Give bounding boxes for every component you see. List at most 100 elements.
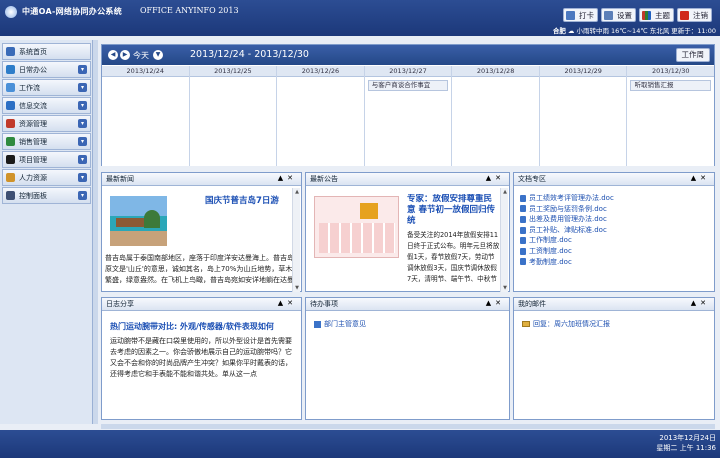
chevron-down-icon[interactable]: ▾ <box>78 173 87 182</box>
panel-controls-icon[interactable]: ▲✕ <box>486 174 505 182</box>
blog-panel-header: 日志分享 ▲✕ <box>102 298 301 311</box>
calendar-panel: ◀ ▶ 今天 ▼ 2013/12/24 - 2013/12/30 工作周 201… <box>101 44 715 166</box>
folder-icon <box>6 119 15 128</box>
panel-controls-icon[interactable]: ▲✕ <box>691 299 710 307</box>
calendar-grid: 2013/12/24 2013/12/25 2013/12/26 2013/12/27… <box>102 66 715 166</box>
todo-item-icon <box>314 320 321 328</box>
app-logo <box>5 6 17 18</box>
prev-week-icon[interactable]: ◀ <box>108 50 118 60</box>
calendar-day[interactable]: 2013/12/29 <box>539 66 628 166</box>
clock-in-button[interactable]: 打卡 <box>563 8 598 22</box>
doc-item[interactable]: 考勤制度.doc <box>520 257 614 268</box>
app-title: 中通OA-网络协同办公系统 <box>22 7 122 16</box>
mail-icon <box>522 321 530 327</box>
panel-controls-icon[interactable]: ▲✕ <box>278 174 297 182</box>
doc-item[interactable]: 工作制度.doc <box>520 235 614 246</box>
status-time: 星期二 上午 11:36 <box>656 444 716 452</box>
settings-button[interactable]: 设置 <box>601 8 636 22</box>
sales-icon <box>6 137 15 146</box>
calendar-day[interactable]: 2013/12/26 <box>277 66 365 166</box>
bottom-splitter[interactable] <box>101 424 715 429</box>
news-scrollbar[interactable]: ▲ ▼ <box>292 188 300 292</box>
panel-controls-icon[interactable]: ▲✕ <box>691 174 710 182</box>
notice-scrollbar[interactable]: ▲ ▼ <box>500 188 508 292</box>
doc-item[interactable]: 员工绩效考评管理办法.doc <box>520 193 614 204</box>
sidebar-item-label: 信息交流 <box>19 101 47 110</box>
document-icon <box>520 258 526 266</box>
sidebar-item-8[interactable]: 控制面板 ▾ <box>2 187 91 204</box>
calendar-day[interactable]: 2013/12/30 听取销售汇报 <box>627 66 715 166</box>
sidebar-splitter[interactable] <box>93 40 98 424</box>
chevron-down-icon[interactable]: ▾ <box>78 155 87 164</box>
doc-item[interactable]: 出差及费用管理办法.doc <box>520 214 614 225</box>
news-headline[interactable]: 国庆节普吉岛7日游 <box>205 196 293 207</box>
notice-body: 备受关注的2014年放假安排11日终于正式公布。明年元旦将放假1天，春节放假7天… <box>407 231 500 283</box>
sidebar-item-0[interactable]: 系统首页 <box>2 43 91 60</box>
sidebar-item-1[interactable]: 日常办公 ▾ <box>2 61 91 78</box>
blog-body: 运动腕带不是藏在口袋里使用的，所以外型设计是首先需要去考虑的因素之一。你会骄傲地… <box>110 337 292 378</box>
sidebar-item-label: 项目管理 <box>19 155 47 164</box>
gear-icon <box>604 10 613 20</box>
today-button[interactable]: 今天 <box>133 50 149 61</box>
work-week-button[interactable]: 工作周 <box>675 48 710 62</box>
sidebar-item-label: 人力资源 <box>19 173 47 182</box>
mail-panel-header: 我的邮件 ▲✕ <box>514 298 714 311</box>
docs-panel-header: 文档专区 ▲✕ <box>514 173 714 186</box>
sidebar-item-7[interactable]: 人力资源 ▾ <box>2 169 91 186</box>
document-icon <box>520 205 526 213</box>
top-bar: 中通OA-网络协同办公系统 OFFICE ANYINFO 2013 打卡 设置 … <box>0 0 720 36</box>
sidebar-item-4[interactable]: 资源管理 ▾ <box>2 115 91 132</box>
calendar-day-header: 2013/12/27 <box>364 66 452 77</box>
next-week-icon[interactable]: ▶ <box>120 50 130 60</box>
calendar-day[interactable]: 2013/12/25 <box>189 66 278 166</box>
calendar-event[interactable]: 听取销售汇报 <box>630 80 712 91</box>
sidebar-item-6[interactable]: 项目管理 ▾ <box>2 151 91 168</box>
mail-item[interactable]: 回复：周六加班情况汇报 <box>522 319 610 329</box>
logout-button[interactable]: 注销 <box>677 8 712 22</box>
chevron-down-icon[interactable]: ▼ <box>153 50 163 60</box>
sidebar-item-label: 日常办公 <box>19 65 47 74</box>
todo-panel-header: 待办事项 ▲✕ <box>306 298 509 311</box>
logout-icon <box>680 10 689 20</box>
calendar-day[interactable]: 2013/12/27 与客户商谈合作事宜 <box>364 66 453 166</box>
sidebar-item-5[interactable]: 销售管理 ▾ <box>2 133 91 150</box>
chevron-down-icon[interactable]: ▾ <box>78 101 87 110</box>
news-body-top <box>202 209 294 253</box>
calendar-icon <box>6 65 15 74</box>
sidebar-item-label: 系统首页 <box>19 47 47 56</box>
sidebar-item-3[interactable]: 信息交流 ▾ <box>2 97 91 114</box>
panel-controls-icon[interactable]: ▲✕ <box>486 299 505 307</box>
calendar-header: ◀ ▶ 今天 ▼ 2013/12/24 - 2013/12/30 工作周 <box>102 45 714 65</box>
todo-item[interactable]: 部门主管意见 <box>314 319 366 329</box>
chevron-down-icon[interactable]: ▾ <box>78 119 87 128</box>
calendar-day-header: 2013/12/25 <box>189 66 277 77</box>
docs-list: 员工绩效考评管理办法.doc 员工奖励与惩罚条例.doc 出差及费用管理办法.doc… <box>520 193 614 267</box>
app-subtitle: OFFICE ANYINFO 2013 <box>140 6 239 15</box>
doc-item[interactable]: 员工补贴、津贴标准.doc <box>520 225 614 236</box>
chevron-down-icon[interactable]: ▾ <box>78 191 87 200</box>
blog-headline[interactable]: 热门运动腕带对比: 外观/传感器/软件表现如何 <box>110 321 300 332</box>
chevron-down-icon[interactable]: ▾ <box>78 137 87 146</box>
doc-item[interactable]: 员工奖励与惩罚条例.doc <box>520 204 614 215</box>
sidebar-item-2[interactable]: 工作流 ▾ <box>2 79 91 96</box>
notice-panel-header: 最新公告 ▲✕ <box>306 173 509 186</box>
status-date: 2013年12月24日 <box>659 434 716 442</box>
weather-icon: ☁ <box>567 27 575 35</box>
calendar-day-header: 2013/12/26 <box>277 66 364 77</box>
chevron-down-icon[interactable]: ▾ <box>78 83 87 92</box>
calendar-event[interactable]: 与客户商谈合作事宜 <box>367 80 449 91</box>
calendar-day[interactable]: 2013/12/24 <box>102 66 190 166</box>
doc-item[interactable]: 工资制度.doc <box>520 246 614 257</box>
calendar-day-header: 2013/12/30 <box>627 66 715 77</box>
calendar-day[interactable]: 2013/12/28 <box>452 66 540 166</box>
people-icon <box>6 173 15 182</box>
workflow-icon <box>6 83 15 92</box>
weather-text: 小雨转中雨 16℃~14℃ 东北风 更新于：11:00 <box>576 27 716 35</box>
chevron-down-icon[interactable]: ▾ <box>78 65 87 74</box>
theme-button[interactable]: 主题 <box>639 8 674 22</box>
docs-panel: 文档专区 ▲✕ 员工绩效考评管理办法.doc 员工奖励与惩罚条例.doc 出差及费用管… <box>513 172 715 292</box>
panel-controls-icon[interactable]: ▲✕ <box>278 299 297 307</box>
home-icon <box>6 47 15 56</box>
news-image <box>110 196 167 246</box>
notice-headline[interactable]: 专家：放假安排尊重民意 春节初一放假回归传统 <box>407 194 500 230</box>
